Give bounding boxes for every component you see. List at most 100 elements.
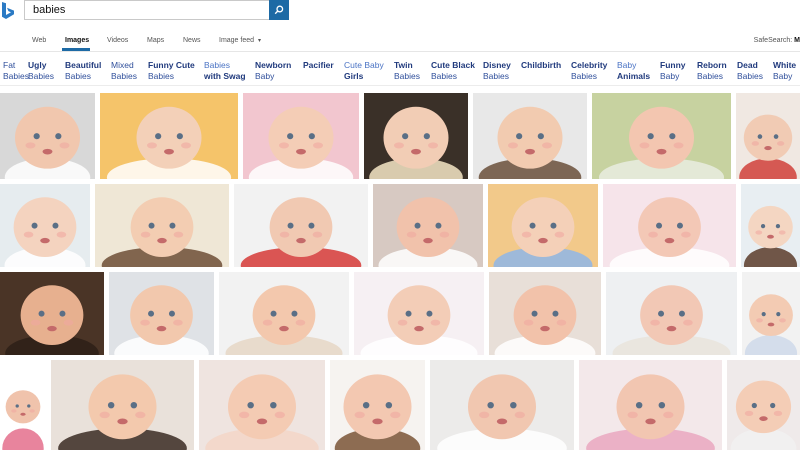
- image-result[interactable]: [234, 184, 368, 267]
- image-result[interactable]: [727, 360, 800, 450]
- image-result[interactable]: [430, 360, 574, 450]
- image-thumbnail: [234, 184, 368, 267]
- chip-line2: Babies: [148, 71, 174, 81]
- related-chip[interactable]: Newborn Baby: [255, 60, 291, 82]
- related-chip[interactable]: Mixed Babies: [111, 60, 137, 82]
- image-thumbnail: [243, 93, 359, 179]
- image-thumbnail: [0, 272, 104, 355]
- image-result[interactable]: [373, 184, 483, 267]
- image-result[interactable]: [354, 272, 484, 355]
- nav-web[interactable]: Web: [32, 37, 46, 44]
- chip-line1: Mixed: [111, 60, 134, 70]
- image-thumbnail: [364, 93, 468, 179]
- related-chip[interactable]: Disney Babies: [483, 60, 511, 82]
- related-chip[interactable]: Cute Black Babies: [431, 60, 475, 82]
- chip-line2: Babies: [111, 71, 137, 81]
- related-chip[interactable]: Ugly Babies: [28, 60, 54, 82]
- chip-line1: Dead: [737, 60, 758, 70]
- related-chip[interactable]: Beautiful Babies: [65, 60, 101, 82]
- image-result[interactable]: [736, 93, 800, 179]
- image-result[interactable]: [199, 360, 325, 450]
- chip-line1: Reborn: [697, 60, 727, 70]
- image-result[interactable]: [100, 93, 238, 179]
- chip-line2: Babies: [483, 71, 509, 81]
- nav-maps[interactable]: Maps: [147, 37, 164, 44]
- image-result[interactable]: [109, 272, 214, 355]
- image-thumbnail: [100, 93, 238, 179]
- chip-line2: Babies: [28, 71, 54, 81]
- image-thumbnail: [488, 184, 598, 267]
- image-result[interactable]: [243, 93, 359, 179]
- image-result[interactable]: [603, 184, 736, 267]
- image-thumbnail: [606, 272, 737, 355]
- related-chip[interactable]: Celebrity Babies: [571, 60, 607, 82]
- image-thumbnail: [354, 272, 484, 355]
- image-result[interactable]: [606, 272, 737, 355]
- image-thumbnail: [742, 272, 800, 355]
- chip-line1: Baby: [617, 60, 637, 70]
- active-tab-indicator: [62, 48, 90, 51]
- related-chip[interactable]: Twin Babies: [394, 60, 420, 82]
- related-chip[interactable]: Dead Babies: [737, 60, 763, 82]
- image-result[interactable]: [219, 272, 349, 355]
- safesearch-toggle[interactable]: SafeSearch: M: [754, 37, 800, 44]
- chip-line2: Babies: [697, 71, 723, 81]
- related-searches: Fat Babies Ugly Babies Beautiful Babies …: [0, 56, 800, 86]
- related-chip[interactable]: White Baby: [773, 60, 796, 82]
- chip-line1: Disney: [483, 60, 511, 70]
- image-thumbnail: [373, 184, 483, 267]
- related-chip[interactable]: Baby Animals: [617, 60, 650, 82]
- image-result[interactable]: [473, 93, 587, 179]
- chip-line2: Animals: [617, 71, 651, 81]
- chip-line1: Fat: [3, 60, 16, 70]
- search-button[interactable]: [269, 0, 289, 20]
- image-result[interactable]: [95, 184, 229, 267]
- image-result[interactable]: [0, 93, 95, 179]
- related-chip[interactable]: Fat Babies: [3, 60, 29, 82]
- image-result[interactable]: [330, 360, 425, 450]
- nav-news[interactable]: News: [183, 37, 201, 44]
- search-input[interactable]: babies: [24, 0, 269, 20]
- nav-image-feed[interactable]: Image feed ▾: [219, 37, 261, 44]
- chip-line1: Funny: [660, 60, 686, 70]
- image-thumbnail: [603, 184, 736, 267]
- chip-line2: Babies: [3, 71, 29, 81]
- chip-line2: Girls: [344, 71, 364, 81]
- image-result[interactable]: [489, 272, 601, 355]
- image-result[interactable]: [741, 184, 800, 267]
- image-result[interactable]: [0, 184, 90, 267]
- image-result[interactable]: [488, 184, 598, 267]
- image-results-grid: [0, 93, 800, 450]
- related-chip[interactable]: Pacifier: [303, 60, 334, 71]
- related-chip[interactable]: Babies with Swag: [204, 60, 246, 82]
- image-result[interactable]: [364, 93, 468, 179]
- image-thumbnail: [330, 360, 425, 450]
- image-result[interactable]: [0, 360, 46, 450]
- related-chip[interactable]: Childbirth: [521, 60, 561, 71]
- bing-logo-icon[interactable]: [1, 2, 15, 20]
- related-chip[interactable]: Reborn Babies: [697, 60, 727, 82]
- image-result[interactable]: [742, 272, 800, 355]
- chip-line1: Newborn: [255, 60, 292, 70]
- image-thumbnail: [0, 93, 95, 179]
- chip-line2: Babies: [431, 71, 457, 81]
- chip-line1: Twin: [394, 60, 413, 70]
- related-chip[interactable]: Funny Baby: [660, 60, 686, 82]
- image-result[interactable]: [592, 93, 731, 179]
- nav-images[interactable]: Images: [65, 37, 89, 44]
- chip-line2: Babies: [394, 71, 420, 81]
- image-thumbnail: [592, 93, 731, 179]
- image-thumbnail: [736, 93, 800, 179]
- image-result[interactable]: [51, 360, 194, 450]
- related-chip[interactable]: Cute Baby Girls: [344, 60, 384, 82]
- nav-image-feed-label: Image feed: [219, 37, 255, 44]
- nav-videos[interactable]: Videos: [107, 37, 128, 44]
- safesearch-value: M: [794, 37, 800, 44]
- related-chip[interactable]: Funny Cute Babies: [148, 60, 195, 82]
- image-result[interactable]: [579, 360, 722, 450]
- image-result[interactable]: [0, 272, 104, 355]
- image-thumbnail: [489, 272, 601, 355]
- image-thumbnail: [430, 360, 574, 450]
- chevron-down-icon: ▾: [257, 38, 261, 44]
- chip-line1: Funny Cute: [148, 60, 195, 70]
